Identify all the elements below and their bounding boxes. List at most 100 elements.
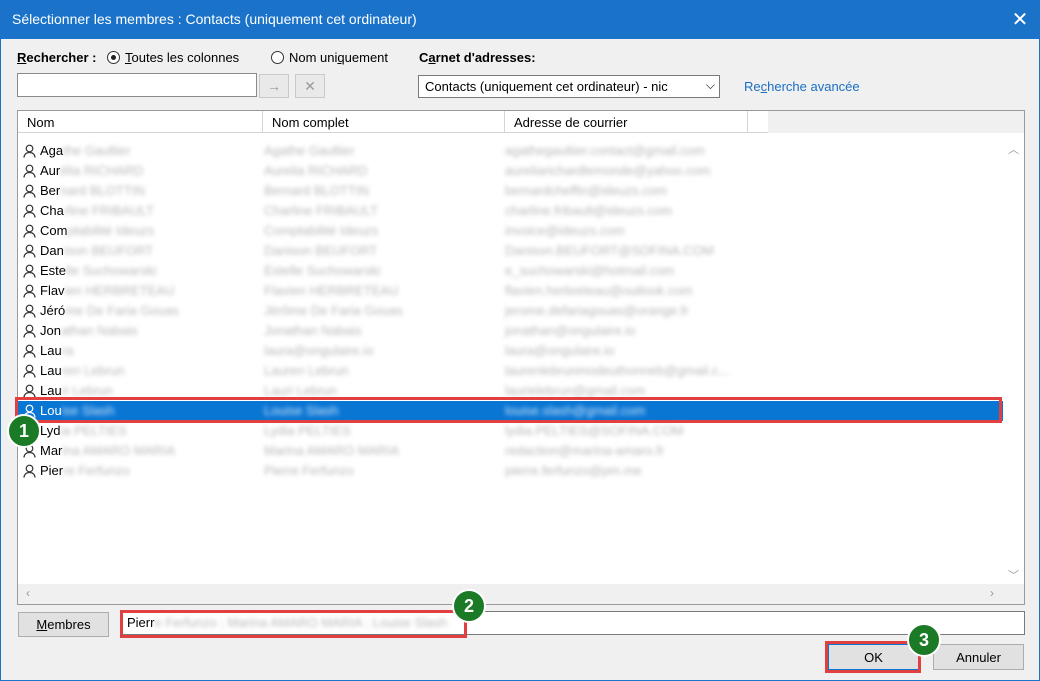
cell-adresse: lydia.PELTIES@SOFINA.COM — [505, 423, 684, 438]
cell-nom: Lydia PELTIES — [40, 423, 127, 438]
contact-icon — [23, 324, 36, 338]
cell-nom-blurred: ison BEUFORT — [63, 243, 154, 258]
table-row[interactable]: Lauren Lebrun Lauren Lebrun laurenlebrunmo… — [18, 361, 1003, 381]
table-row[interactable]: Louise Slash Louise Slash louise.slash@gma… — [18, 401, 1003, 421]
cell-nom-complet: Bernard BLOTTIN — [264, 183, 369, 198]
cell-nom: Bernard BLOTTIN — [40, 183, 145, 198]
contact-icon — [23, 164, 36, 178]
cell-nom-complet: Aurelia RICHARD — [264, 163, 368, 178]
cell-nom-complet: Agathe Gaultier — [264, 143, 355, 158]
cell-nom-blurred: ra — [61, 343, 74, 358]
cell-nom: Pierre Ferfunzo — [40, 463, 130, 478]
cell-nom-visible: Jéró — [40, 303, 66, 318]
cell-nom-blurred: lle Suchowarski — [66, 263, 157, 278]
members-field[interactable]: Pierre Ferfunzo ; Marina AMARO MARIA ; L… — [120, 611, 1025, 635]
cell-nom-complet: Danison BEUFORT — [264, 243, 378, 258]
cell-nom-visible: Lyd — [40, 423, 61, 438]
cell-nom: Aurélia RICHARD — [40, 163, 143, 178]
table-row[interactable]: Aurélia RICHARD Aurelia RICHARD aureliaric… — [18, 161, 1003, 181]
cell-nom-complet: Marina AMARO MARIA — [264, 443, 400, 458]
cell-nom-complet: Jonathan Nabais — [264, 323, 362, 338]
contact-icon — [23, 224, 36, 238]
ok-button[interactable]: OK — [828, 644, 919, 670]
horizontal-scrollbar[interactable]: ‹ › — [18, 584, 1024, 604]
table-row[interactable]: Charline FRIBAULT Charline FRIBAULT charli… — [18, 201, 1003, 221]
table-row[interactable]: Pierre Ferfunzo Pierre Ferfunzo pierre.fer… — [18, 461, 1003, 481]
search-input[interactable] — [17, 73, 257, 97]
contacts-list[interactable]: Nom Nom complet Adresse de courrier Agat… — [17, 110, 1025, 605]
cell-nom-complet: Lauren Lebrun — [264, 363, 349, 378]
table-row[interactable]: Danison BEUFORT Danison BEUFORT Danison.BE… — [18, 241, 1003, 261]
table-row[interactable]: Lydia PELTIES Lydia PELTIES lydia.PELTIES@… — [18, 421, 1003, 441]
cell-nom-visible: Lau — [40, 363, 62, 378]
cell-nom-complet: Jérôme De Faria Gouas — [264, 303, 403, 318]
cell-nom-visible: Pier — [40, 463, 64, 478]
cell-nom: Lauren Lebrun — [40, 363, 125, 378]
column-header-adresse[interactable]: Adresse de courrier — [505, 111, 748, 133]
contact-icon — [23, 364, 36, 378]
radio-name-only-dot[interactable] — [271, 51, 284, 64]
cell-nom-visible: Lau — [40, 343, 62, 358]
cell-nom-blurred: ien HERBRETEAU — [64, 283, 175, 298]
radio-all-columns[interactable]: Toutes les colonnes — [107, 50, 239, 65]
scroll-right-icon[interactable]: › — [990, 586, 994, 600]
table-row[interactable]: Marina AMARO MARIA Marina AMARO MARIA reda… — [18, 441, 1003, 461]
cell-nom-visible: Lou — [40, 403, 62, 418]
contact-icon — [23, 344, 36, 358]
title-bar: Sélectionner les membres : Contacts (uni… — [0, 0, 1040, 39]
advanced-search-link[interactable]: Recherche avancée — [744, 79, 860, 94]
cell-nom-blurred: the Gaultier — [63, 143, 131, 158]
step-badge-2: 2 — [452, 589, 486, 623]
table-row[interactable]: Jonathan Nabais Jonathan Nabais jonathan@o… — [18, 321, 1003, 341]
table-row[interactable]: Lauri Lebrun Lauri Lebrun laurielebrun@gma… — [18, 381, 1003, 401]
clear-icon[interactable]: ✕ — [295, 74, 325, 98]
table-row[interactable]: Comptabilité Ideuzs Comptabilité Ideuzs in… — [18, 221, 1003, 241]
table-row[interactable]: Agathe Gaultier Agathe Gaultier agathegaul… — [18, 141, 1003, 161]
chevron-down-icon: ⌵ — [705, 78, 715, 92]
scroll-up-icon[interactable]: ︿ — [1008, 141, 1019, 157]
cell-adresse: laura@ongulaire.io — [505, 343, 615, 358]
table-row[interactable]: Bernard BLOTTIN Bernard BLOTTIN bernardche… — [18, 181, 1003, 201]
cell-nom: Agathe Gaultier — [40, 143, 130, 158]
table-row[interactable]: Laura laura@ongulaire.io laura@ongulaire.i… — [18, 341, 1003, 361]
cell-nom: Laura — [40, 343, 73, 358]
vertical-scrollbar[interactable]: ︿ ﹀ — [1004, 133, 1024, 583]
cancel-button[interactable]: Annuler — [933, 644, 1024, 670]
cell-nom-complet: Lydia PELTIES — [264, 423, 351, 438]
cell-adresse: agathegaultier.contact@gmail.com — [505, 143, 705, 158]
cell-adresse: Danison.BEUFORT@SOFINA.COM — [505, 243, 714, 258]
contact-icon — [23, 184, 36, 198]
cell-nom-blurred: ren Lebrun — [61, 363, 125, 378]
column-header-nom[interactable]: Nom — [18, 111, 263, 133]
address-book-select[interactable]: Contacts (uniquement cet ordinateur) - n… — [418, 75, 720, 98]
cell-nom-visible: Lau — [40, 383, 62, 398]
cell-nom: Lauri Lebrun — [40, 383, 113, 398]
contact-icon — [23, 284, 36, 298]
table-row[interactable]: Estelle Suchowarski Estelle Suchowarski e_… — [18, 261, 1003, 281]
cell-nom-visible: Este — [40, 263, 67, 278]
radio-name-only[interactable]: Nom uniquement — [271, 50, 388, 65]
cell-nom-blurred: ise Slash — [61, 403, 115, 418]
radio-name-only-label: Nom uniquement — [289, 50, 389, 65]
cell-nom-visible: Flav — [40, 283, 65, 298]
window-title: Sélectionner les membres : Contacts (uni… — [12, 11, 417, 27]
cell-adresse: jonathan@ongulaire.io — [505, 323, 636, 338]
cell-adresse: flavien.herbreteau@outlook.com — [505, 283, 693, 298]
close-icon[interactable]: ✕ — [1000, 0, 1040, 39]
table-row[interactable]: Flavien HERBRETEAU Flavien HERBRETEAU flav… — [18, 281, 1003, 301]
radio-all-columns-dot[interactable] — [107, 51, 120, 64]
scroll-down-icon[interactable]: ﹀ — [1008, 567, 1019, 583]
cell-nom-visible: Com — [40, 223, 68, 238]
table-row[interactable]: Jéróme De Faria Gouas Jérôme De Faria Gou… — [18, 301, 1003, 321]
cell-nom-complet: Comptabilité Ideuzs — [264, 223, 379, 238]
go-arrow-icon[interactable]: → — [259, 74, 289, 98]
cell-nom: Estelle Suchowarski — [40, 263, 156, 278]
cell-nom-complet: Flavien HERBRETEAU — [264, 283, 399, 298]
cell-adresse: invoice@ideuzs.com — [505, 223, 625, 238]
scroll-left-icon[interactable]: ‹ — [26, 586, 30, 600]
members-button[interactable]: Membres — [18, 612, 109, 637]
cell-adresse: charline.fribault@ideuzs.com — [505, 203, 673, 218]
cell-nom: Comptabilité Ideuzs — [40, 223, 154, 238]
address-book-label: Carnet d'adresses: — [419, 50, 536, 65]
column-header-nom-complet[interactable]: Nom complet — [263, 111, 505, 133]
